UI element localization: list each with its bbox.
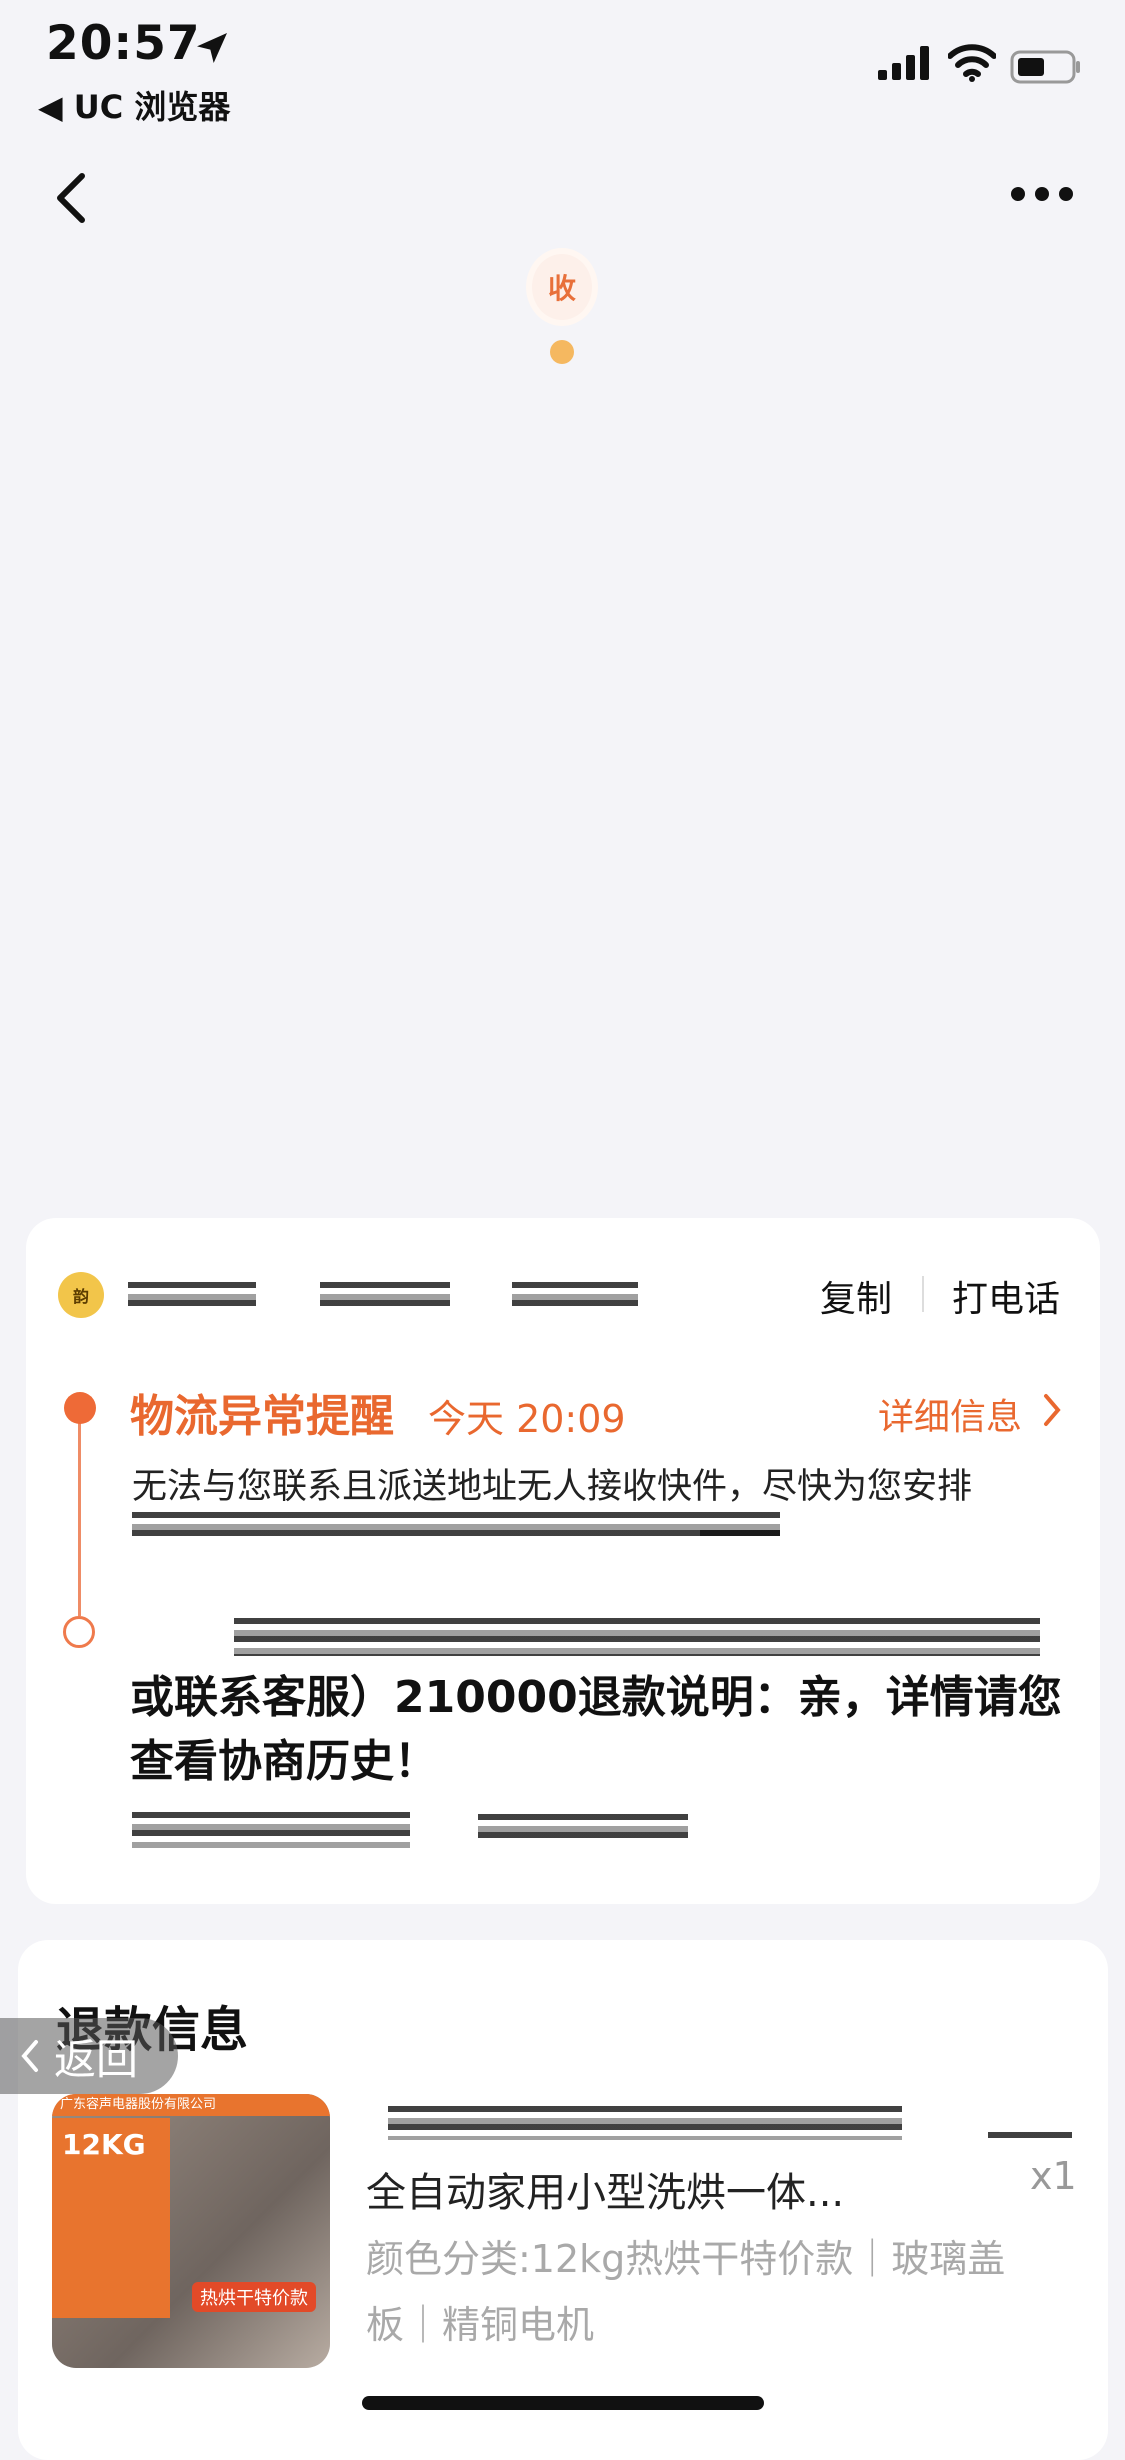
redacted-tracking-number xyxy=(128,1282,256,1310)
call-button[interactable]: 打电话 xyxy=(952,1270,1060,1322)
status-time: 20:57 xyxy=(46,16,201,71)
redacted-shop-name xyxy=(388,2106,902,2140)
redacted-text xyxy=(988,2132,1072,2140)
alert-body: 无法与您联系且派送地址无人接收快件，尽快为您安排 xyxy=(132,1467,973,1507)
battery-icon xyxy=(1010,50,1080,84)
timeline-node-active xyxy=(64,1392,96,1424)
copy-button[interactable]: 复制 xyxy=(820,1270,892,1322)
redacted-text xyxy=(132,1512,780,1542)
location-arrow-icon xyxy=(197,33,227,63)
map-location-dot xyxy=(550,340,574,364)
product-name[interactable]: 全自动家用小型洗烘一体... xyxy=(366,2160,844,2218)
redacted-text xyxy=(478,1814,688,1844)
courier-logo: 韵 xyxy=(58,1272,104,1318)
redacted-tracking-number xyxy=(320,1282,450,1310)
alert-time: 今天 20:09 xyxy=(428,1397,626,1441)
more-options-icon[interactable] xyxy=(1010,184,1074,204)
cellular-signal-icon xyxy=(878,46,929,80)
chevron-left-icon xyxy=(21,2040,38,2072)
home-indicator[interactable] xyxy=(362,2396,764,2410)
redacted-text xyxy=(132,1812,410,1848)
product-spec: 颜色分类:12kg热烘干特价款｜玻璃盖板｜精铜电机 xyxy=(366,2237,1006,2347)
product-quantity: x1 xyxy=(1030,2154,1077,2198)
back-arrow-icon[interactable] xyxy=(52,170,92,226)
thumb-brand-text: 广东容声电器股份有限公司 xyxy=(52,2094,330,2116)
redacted-tracking-number xyxy=(512,1282,638,1310)
chevron-right-icon[interactable] xyxy=(1042,1392,1062,1428)
redacted-text xyxy=(700,1530,780,1542)
divider xyxy=(922,1276,924,1312)
refund-note: 或联系客服）210000退款说明：亲，详情请您查看协商历史！ xyxy=(130,1672,1062,1787)
timeline-node xyxy=(63,1616,95,1648)
thumb-promo-tag: 热烘干特价款 xyxy=(192,2282,316,2312)
detail-info-link[interactable]: 详细信息 xyxy=(878,1388,1022,1440)
back-button[interactable]: 返回 xyxy=(0,2018,178,2094)
logistics-card xyxy=(26,1218,1100,1904)
wifi-icon xyxy=(948,44,996,82)
product-thumbnail[interactable]: 广东容声电器股份有限公司 12KG 热烘干特价款 xyxy=(52,2094,330,2368)
back-label: 返回 xyxy=(54,2034,139,2084)
alert-title: 物流异常提醒 xyxy=(130,1391,394,1442)
receiver-map-marker: 收 xyxy=(532,254,592,320)
redacted-text xyxy=(234,1618,1040,1656)
timeline-line xyxy=(78,1416,81,1616)
back-to-app-link[interactable]: ◀ UC 浏览器 xyxy=(38,82,230,128)
thumb-capacity: 12KG xyxy=(62,2128,146,2161)
